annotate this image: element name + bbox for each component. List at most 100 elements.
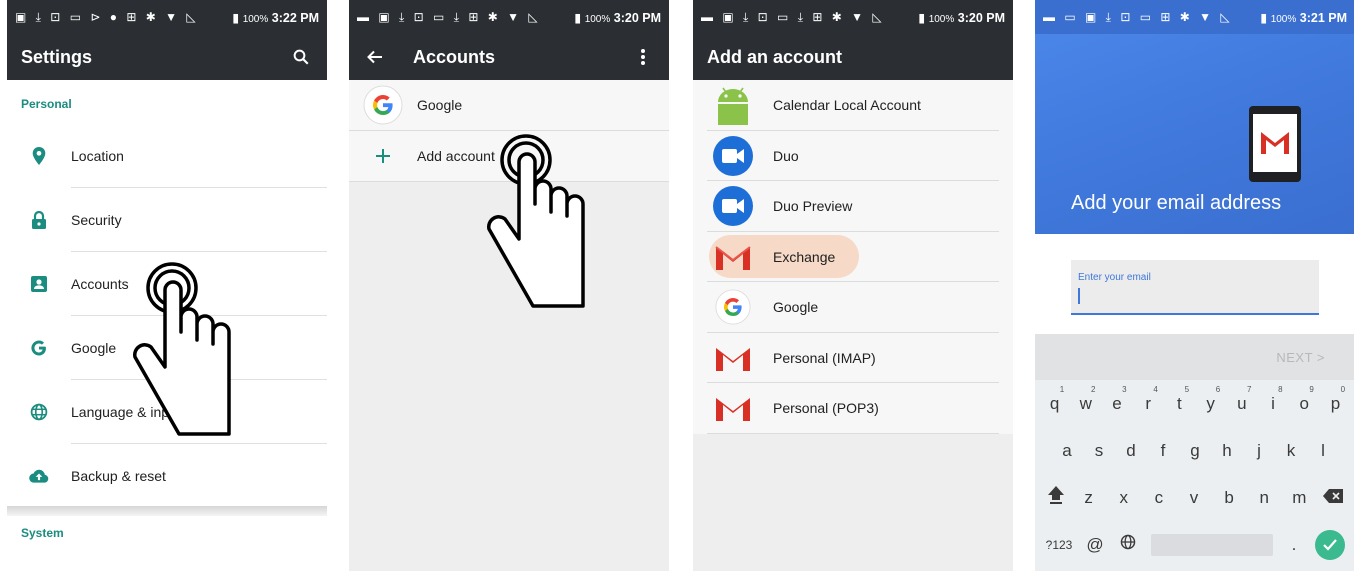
- keyboard-row-2: a s d f g h j k l: [1035, 427, 1354, 474]
- shift-key-icon[interactable]: [1043, 485, 1069, 510]
- phone-gmail-illustration-icon: [1249, 106, 1301, 182]
- status-time: 3:22 PM: [271, 10, 319, 25]
- app-bar: Settings: [7, 34, 327, 80]
- key-b[interactable]: b: [1214, 488, 1245, 508]
- settings-item-location[interactable]: Location: [7, 124, 327, 188]
- settings-item-label: Security: [71, 212, 122, 228]
- google-logo-icon: [349, 85, 417, 125]
- lock-icon: [7, 211, 71, 229]
- key-g[interactable]: g: [1179, 441, 1211, 461]
- cloud-upload-icon: [7, 469, 71, 483]
- battery-level: 100%: [584, 13, 611, 25]
- key-o[interactable]: o9: [1289, 385, 1320, 414]
- account-box-icon: [7, 276, 71, 292]
- accounts-screen: ▬ ▣ ⤓ ⊡ ▭ ⤓ ⊞ ✱ ▼ ◺ ▮ 100% 3:20 PM Accou…: [349, 0, 669, 571]
- back-arrow-icon[interactable]: [363, 45, 387, 69]
- search-icon[interactable]: [289, 45, 313, 69]
- key-at[interactable]: @: [1085, 535, 1105, 555]
- settings-item-accounts[interactable]: Accounts: [7, 252, 327, 316]
- status-bar: ▬ ▭ ▣ ⤓ ⊡ ▭ ⊞ ✱ ▼ ◺ ▮ 100% 3:21 PM: [1035, 0, 1354, 34]
- key-w[interactable]: w2: [1070, 385, 1101, 414]
- key-u[interactable]: u7: [1226, 385, 1257, 414]
- overflow-menu-icon[interactable]: [631, 45, 655, 69]
- key-d[interactable]: d: [1115, 441, 1147, 461]
- status-right: ▮ 100% 3:21 PM: [1260, 10, 1347, 25]
- key-p[interactable]: p0: [1320, 385, 1351, 414]
- key-f[interactable]: f: [1147, 441, 1179, 461]
- enter-check-icon[interactable]: [1315, 529, 1345, 560]
- key-e[interactable]: e3: [1101, 385, 1132, 414]
- key-q[interactable]: q1: [1039, 385, 1070, 414]
- space-bar[interactable]: [1151, 533, 1273, 556]
- google-logo-icon: [693, 289, 773, 325]
- status-bar: ▣ ⤓ ⊡ ▭ ⊳ ● ⊞ ✱ ▼ ◺ ▮ 100% 3:22 PM: [7, 0, 327, 34]
- duo-video-icon: [693, 186, 773, 227]
- account-type-calendar-local[interactable]: Calendar Local Account: [693, 80, 1013, 131]
- key-l[interactable]: l: [1307, 441, 1339, 461]
- notification-icons: ▬ ▣ ⤓ ⊡ ▭ ⤓ ⊞ ✱ ▼ ◺: [701, 9, 885, 24]
- page-title: Accounts: [413, 46, 496, 67]
- status-right: ▮ 100% 3:20 PM: [574, 10, 661, 25]
- page-title: Add your email address: [1071, 192, 1282, 214]
- key-m[interactable]: m: [1284, 488, 1315, 508]
- key-n[interactable]: n: [1249, 488, 1280, 508]
- key-period[interactable]: .: [1285, 535, 1303, 555]
- settings-item-label: Google: [71, 340, 117, 356]
- key-v[interactable]: v: [1179, 488, 1210, 508]
- account-type-label: Personal (IMAP): [773, 349, 876, 366]
- settings-screen: ▣ ⤓ ⊡ ▭ ⊳ ● ⊞ ✱ ▼ ◺ ▮ 100% 3:22 PM Setti…: [7, 0, 327, 571]
- globe-icon: [7, 403, 71, 421]
- android-icon: [693, 85, 773, 126]
- key-x[interactable]: x: [1108, 488, 1139, 508]
- key-k[interactable]: k: [1275, 441, 1307, 461]
- key-c[interactable]: c: [1143, 488, 1174, 508]
- symbols-key[interactable]: ?123: [1045, 538, 1073, 552]
- add-account-label: Add account: [417, 148, 495, 164]
- app-bar: Accounts: [349, 34, 669, 80]
- duo-video-icon: [693, 135, 773, 176]
- email-field[interactable]: Enter your email: [1071, 260, 1319, 315]
- account-type-duo-preview[interactable]: Duo Preview: [693, 181, 1013, 232]
- settings-item-language[interactable]: Language & input: [7, 380, 327, 444]
- soft-keyboard: q1 w2 e3 r4 t5 y6 u7 i8 o9 p0 a s d f g …: [1035, 380, 1354, 571]
- status-right: ▮ 100% 3:22 PM: [232, 10, 319, 25]
- status-time: 3:21 PM: [1299, 10, 1347, 25]
- account-type-exchange[interactable]: Exchange: [693, 231, 1013, 282]
- account-type-duo[interactable]: Duo: [693, 130, 1013, 181]
- settings-item-label: Accounts: [71, 276, 129, 292]
- account-item-google[interactable]: Google: [349, 80, 669, 131]
- globe-icon[interactable]: [1117, 534, 1139, 555]
- account-type-personal-imap[interactable]: Personal (IMAP): [693, 332, 1013, 383]
- battery-level: 100%: [928, 13, 955, 25]
- battery-level: 100%: [242, 13, 269, 25]
- settings-item-label: Location: [71, 148, 124, 164]
- key-s[interactable]: s: [1083, 441, 1115, 461]
- key-i[interactable]: i8: [1257, 385, 1288, 414]
- page-title: Settings: [21, 46, 93, 67]
- key-r[interactable]: r4: [1133, 385, 1164, 414]
- add-account-button[interactable]: Add account: [349, 131, 669, 182]
- account-type-personal-pop3[interactable]: Personal (POP3): [693, 383, 1013, 434]
- settings-item-google[interactable]: Google: [7, 316, 327, 380]
- add-account-screen: ▬ ▣ ⤓ ⊡ ▭ ⤓ ⊞ ✱ ▼ ◺ ▮ 100% 3:20 PM Add a…: [693, 0, 1013, 571]
- next-button[interactable]: NEXT >: [1035, 334, 1354, 380]
- settings-item-backup[interactable]: Backup & reset: [7, 444, 327, 508]
- app-bar: Add an account: [693, 34, 1013, 80]
- gmail-icon: [693, 343, 773, 373]
- key-a[interactable]: a: [1051, 441, 1083, 461]
- key-t[interactable]: t5: [1164, 385, 1195, 414]
- account-type-google[interactable]: Google: [693, 282, 1013, 333]
- key-y[interactable]: y6: [1195, 385, 1226, 414]
- key-j[interactable]: j: [1243, 441, 1275, 461]
- backspace-icon[interactable]: [1319, 488, 1347, 508]
- status-time: 3:20 PM: [957, 10, 1005, 25]
- settings-item-security[interactable]: Security: [7, 188, 327, 252]
- key-h[interactable]: h: [1211, 441, 1243, 461]
- account-type-label: Personal (POP3): [773, 400, 879, 417]
- google-g-icon: [7, 339, 71, 357]
- status-right: ▮ 100% 3:20 PM: [918, 10, 1005, 25]
- key-z[interactable]: z: [1073, 488, 1104, 508]
- notification-icons: ▬ ▭ ▣ ⤓ ⊡ ▭ ⊞ ✱ ▼ ◺: [1043, 9, 1233, 24]
- gmail-icon: [693, 393, 773, 423]
- status-bar: ▬ ▣ ⤓ ⊡ ▭ ⤓ ⊞ ✱ ▼ ◺ ▮ 100% 3:20 PM: [693, 0, 1013, 34]
